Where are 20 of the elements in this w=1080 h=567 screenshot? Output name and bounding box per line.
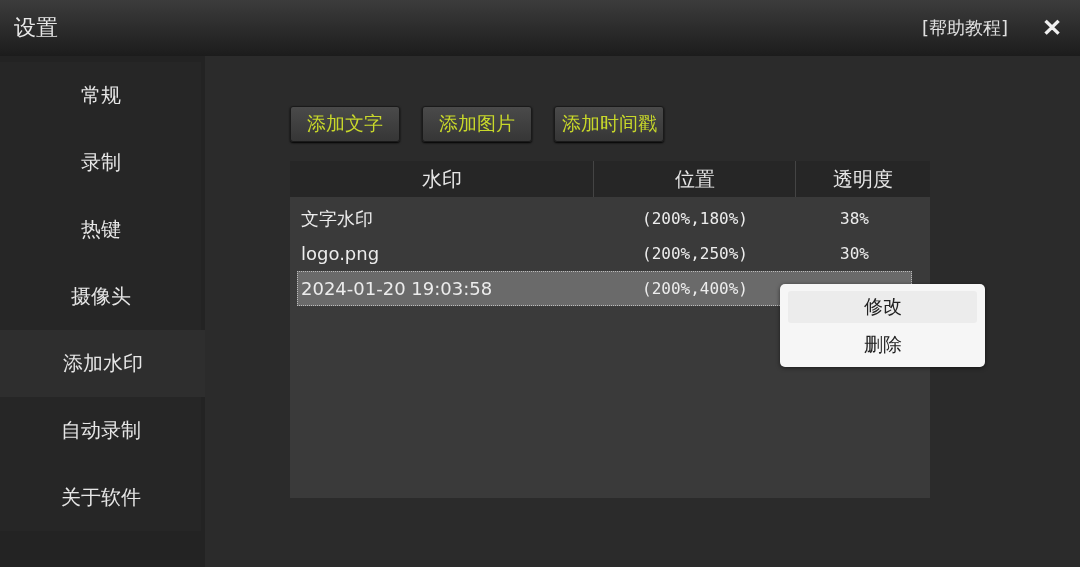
add-button[interactable]: 添加时间戳 bbox=[554, 106, 664, 142]
table-cell-text: logo.png bbox=[300, 243, 381, 264]
table-cell-text: (200%,180%) bbox=[641, 209, 749, 228]
add-button[interactable]: 添加文字 bbox=[290, 106, 400, 142]
table-cell-text: 30% bbox=[839, 244, 870, 263]
table-cell-text: 2024-01-20 19:03:58 bbox=[300, 278, 494, 299]
table-cell-text: (200%,400%) bbox=[641, 279, 749, 298]
table-row[interactable]: 文字水印 (200%,180%) 38% bbox=[297, 201, 912, 236]
window-title: 设置 bbox=[14, 14, 59, 42]
menu-item[interactable]: 删除 bbox=[788, 328, 977, 361]
table-cell-text: (200%,250%) bbox=[641, 244, 749, 263]
table-cell-text: 文字水印 bbox=[300, 206, 374, 231]
column-header[interactable]: 水印 bbox=[290, 161, 593, 197]
menu-item[interactable]: 修改 bbox=[788, 290, 977, 323]
add-button[interactable]: 添加图片 bbox=[422, 106, 532, 142]
close-button[interactable]: ✕ bbox=[1038, 14, 1066, 42]
table-row[interactable]: logo.png (200%,250%) 30% bbox=[297, 236, 912, 271]
table-cell-text: 38% bbox=[839, 209, 870, 228]
sidebar-item[interactable]: 添加水印 bbox=[0, 330, 205, 397]
help-link[interactable]: [帮助教程] bbox=[921, 16, 1008, 40]
